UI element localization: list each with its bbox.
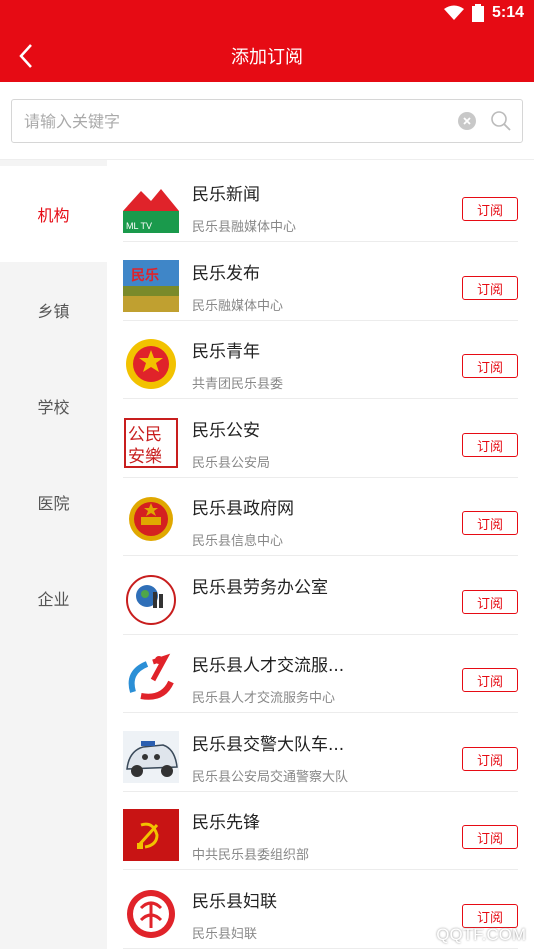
item-name: 民乐青年 xyxy=(192,342,260,362)
search-bar xyxy=(0,82,534,160)
wifi-icon xyxy=(443,5,464,20)
svg-text:民乐: 民乐 xyxy=(131,267,159,284)
subscribe-button[interactable]: 订阅 xyxy=(462,511,518,535)
item-name: 民乐发布 xyxy=(192,264,260,284)
party-emblem-logo xyxy=(123,809,179,861)
list-item[interactable]: ML TV 民乐新闻 民乐县融媒体中心 订阅 xyxy=(123,164,518,242)
item-desc: 民乐县妇联 xyxy=(192,927,258,942)
item-desc: 民乐县公安局交通警察大队 xyxy=(192,770,349,785)
item-name: 民乐县交警大队车... xyxy=(192,735,345,755)
mountain-tv-logo: ML TV xyxy=(123,181,179,233)
item-desc: 民乐融媒体中心 xyxy=(192,299,284,314)
list-item[interactable]: 公民 安樂 民乐公安 民乐县公安局 订阅 xyxy=(123,400,518,478)
subscribe-button[interactable]: 订阅 xyxy=(462,668,518,692)
status-bar: 5:14 xyxy=(0,0,534,30)
page-title: 添加订阅 xyxy=(231,47,303,68)
subscribe-button[interactable]: 订阅 xyxy=(462,825,518,849)
svg-text:安樂: 安樂 xyxy=(128,447,162,467)
battery-icon xyxy=(471,4,484,22)
subscribe-button[interactable]: 订阅 xyxy=(462,747,518,771)
item-name: 民乐县妇联 xyxy=(192,892,277,912)
item-name: 民乐新闻 xyxy=(192,185,260,205)
list-item[interactable]: 民乐县交警大队车... 民乐县公安局交通警察大队 订阅 xyxy=(123,714,518,792)
item-desc: 民乐县公安局 xyxy=(192,456,271,471)
item-desc: 民乐县信息中心 xyxy=(192,534,284,549)
category-item-enterprise[interactable]: 企业 xyxy=(0,550,107,646)
category-item-hospital[interactable]: 医院 xyxy=(0,454,107,550)
item-name: 民乐县劳务办公室 xyxy=(192,578,328,598)
clear-icon[interactable] xyxy=(458,112,476,130)
search-input[interactable] xyxy=(24,100,444,142)
police-seal-logo: 公民 安樂 xyxy=(123,417,179,469)
list-item[interactable]: 民乐 民乐发布 民乐融媒体中心 订阅 xyxy=(123,243,518,321)
category-item-township[interactable]: 乡镇 xyxy=(0,262,107,358)
watermark: QQTF.COM xyxy=(436,925,526,944)
app-bar: 添加订阅 xyxy=(0,30,534,82)
subscribe-button[interactable]: 订阅 xyxy=(462,590,518,614)
list-item[interactable]: 民乐县政府网 民乐县信息中心 订阅 xyxy=(123,478,518,556)
subscribe-button[interactable]: 订阅 xyxy=(462,433,518,457)
item-desc: 民乐县人才交流服务中心 xyxy=(192,691,336,706)
item-name: 民乐公安 xyxy=(192,421,260,441)
list-item[interactable]: 民乐县劳务办公室 订阅 xyxy=(123,557,518,635)
national-emblem-logo xyxy=(123,495,179,547)
subscribe-button[interactable]: 订阅 xyxy=(462,354,518,378)
list-item[interactable]: 民乐青年 共青团民乐县委 订阅 xyxy=(123,321,518,399)
item-desc: 共青团民乐县委 xyxy=(192,377,284,392)
search-icon[interactable] xyxy=(490,110,512,132)
status-icons: 5:14 xyxy=(443,4,524,22)
item-name: 民乐县政府网 xyxy=(192,499,294,519)
subscribe-button[interactable]: 订阅 xyxy=(462,276,518,300)
item-desc: 中共民乐县委组织部 xyxy=(192,848,310,863)
youth-league-logo xyxy=(123,338,179,390)
item-name: 民乐先锋 xyxy=(192,813,260,833)
labor-office-logo xyxy=(123,574,179,626)
list-item[interactable]: 民乐县人才交流服... 民乐县人才交流服务中心 订阅 xyxy=(123,635,518,713)
category-item-school[interactable]: 学校 xyxy=(0,358,107,454)
landscape-logo: 民乐 xyxy=(123,260,179,312)
category-sidebar: 机构 乡镇 学校 医院 企业 xyxy=(0,160,107,949)
search-box xyxy=(11,99,523,143)
subscription-list: ML TV 民乐新闻 民乐县融媒体中心 订阅 民乐 民乐发布 民乐融媒体中心 订… xyxy=(107,160,534,949)
svg-text:ML TV: ML TV xyxy=(126,221,152,231)
police-car-logo xyxy=(123,731,179,783)
category-item-institution[interactable]: 机构 xyxy=(0,166,107,262)
subscribe-button[interactable]: 订阅 xyxy=(462,197,518,221)
item-desc: 民乐县融媒体中心 xyxy=(192,220,297,235)
item-name: 民乐县人才交流服... xyxy=(192,656,345,676)
talent-logo xyxy=(123,652,179,704)
womens-federation-logo xyxy=(123,888,179,940)
svg-text:公民: 公民 xyxy=(128,425,162,445)
list-item[interactable]: 民乐先锋 中共民乐县委组织部 订阅 xyxy=(123,792,518,870)
status-time: 5:14 xyxy=(491,4,524,21)
